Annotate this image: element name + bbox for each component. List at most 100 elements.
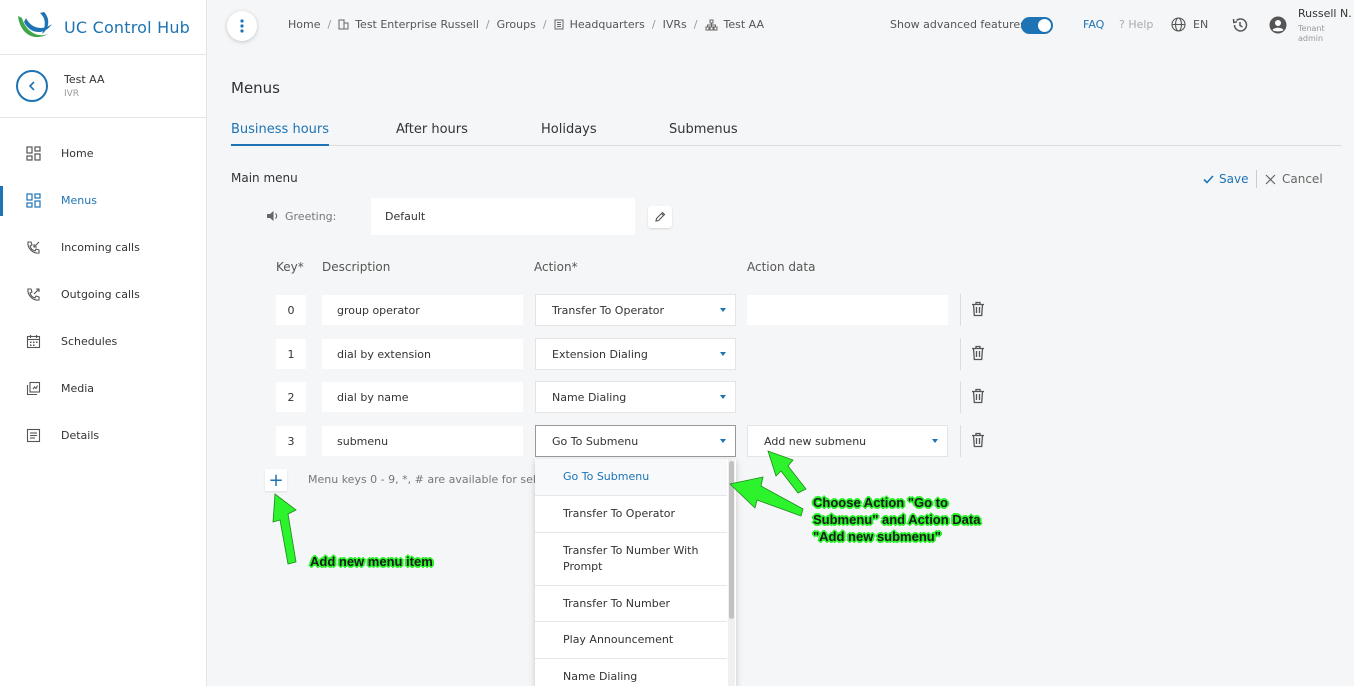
action-select-value: Go To Submenu [552,434,639,448]
sidebar-item-menus[interactable]: Menus [0,177,206,224]
breadcrumb-home[interactable]: Home [288,18,320,31]
key-field[interactable]: 0 [276,295,306,325]
sidebar-item-label: Menus [61,194,97,207]
trash-icon [972,301,984,317]
faq-link[interactable]: FAQ [1083,18,1104,31]
action-data-select[interactable]: Add new submenu [747,425,948,457]
action-data-field[interactable] [747,295,948,325]
user-name[interactable]: Russell N. [1298,7,1352,20]
breadcrumb-ivrs[interactable]: IVRs [663,18,687,31]
app-logo[interactable]: UC Control Hub [0,0,206,55]
description-field[interactable]: dial by name [322,382,523,412]
advanced-features-toggle[interactable] [1021,17,1053,34]
description-field[interactable]: submenu [322,426,523,456]
sidebar-item-label: Incoming calls [61,241,140,254]
arrow-to-action-data [767,450,807,494]
divider [960,381,961,413]
delete-row-button[interactable] [971,388,985,407]
language-selector[interactable]: EN [1171,17,1208,32]
incoming-call-icon [24,239,42,257]
sidebar-item-schedules[interactable]: Schedules [0,318,206,365]
user-avatar[interactable] [1269,16,1287,37]
building-icon [554,19,564,30]
action-select[interactable]: Transfer To Operator [535,294,736,326]
pencil-icon [655,211,666,222]
dropdown-option[interactable]: Transfer To Number With Prompt [535,533,727,586]
add-menu-item-button[interactable]: + [265,469,287,491]
divider [960,338,961,370]
dropdown-caret-icon [720,439,726,443]
dropdown-caret-icon [720,395,726,399]
advanced-features-label: Show advanced features [890,18,1026,31]
description-field[interactable]: group operator [322,295,523,325]
dropdown-option[interactable]: Go To Submenu [535,459,727,496]
sidebar-item-outgoing-calls[interactable]: Outgoing calls [0,271,206,318]
details-icon [24,427,42,445]
trash-icon [972,388,984,404]
cancel-button[interactable]: Cancel [1265,172,1323,186]
action-select[interactable]: Go To Submenu [535,425,736,457]
save-button[interactable]: Save [1203,172,1248,186]
key-field[interactable]: 2 [276,382,306,412]
outgoing-call-icon [24,286,42,304]
tab-holidays[interactable]: Holidays [541,122,597,137]
dropdown-scrollbar-thumb[interactable] [729,461,734,619]
sidebar-item-media[interactable]: Media [0,365,206,412]
menus-grid-icon [24,192,42,210]
kebab-icon [240,19,244,33]
tab-submenus[interactable]: Submenus [669,122,738,137]
chevron-left-icon [28,81,35,91]
action-select-value: Name Dialing [552,390,627,404]
uc-logo-icon [18,12,52,38]
globe-icon [1171,17,1186,32]
annotation-add-item: Add new menu item [310,554,433,569]
dropdown-option[interactable]: Play Announcement [535,622,727,659]
dropdown-option[interactable]: Transfer To Operator [535,496,727,533]
help-link[interactable]: ? Help [1119,18,1153,31]
delete-row-button[interactable] [971,345,985,364]
back-button[interactable] [16,70,48,102]
edit-greeting-button[interactable] [648,206,672,228]
history-button[interactable] [1231,16,1249,37]
page-title: Menus [231,79,280,97]
divider [960,425,961,457]
key-field[interactable]: 1 [276,339,306,369]
arrow-to-add-button [272,493,297,565]
sidebar-item-label: Outgoing calls [61,288,140,301]
action-select[interactable]: Extension Dialing [535,338,736,370]
delete-row-button[interactable] [971,432,985,451]
column-action-data: Action data [747,260,816,274]
tab-after-hours[interactable]: After hours [396,122,468,137]
dropdown-option[interactable]: Name Dialing [535,659,727,686]
dropdown-caret-icon [720,352,726,356]
breadcrumb-headquarters[interactable]: Headquarters [570,18,645,31]
delete-row-button[interactable] [971,301,985,320]
speaker-icon [266,210,279,225]
breadcrumb-enterprise[interactable]: Test Enterprise Russell [355,18,479,31]
dropdown-option[interactable]: Transfer To Number [535,586,727,622]
calendar-icon [24,333,42,351]
column-action: Action* [534,260,578,274]
top-bar: Home / Test Enterprise Russell / Groups … [207,0,1354,52]
close-icon [1265,174,1276,184]
dropdown-caret-icon [932,439,938,443]
sidebar-item-home[interactable]: Home [0,130,206,177]
description-field[interactable]: dial by extension [322,339,523,369]
sidebar-item-details[interactable]: Details [0,412,206,459]
sidebar-item-incoming-calls[interactable]: Incoming calls [0,224,206,271]
sitemap-icon [705,19,718,31]
breadcrumb-groups[interactable]: Groups [497,18,536,31]
column-description: Description [322,260,391,274]
plus-icon: + [268,469,284,491]
more-options-button[interactable] [227,11,257,41]
section-title: Main menu [231,171,298,185]
divider [960,294,961,326]
trash-icon [972,432,984,448]
breadcrumb: Home / Test Enterprise Russell / Groups … [288,18,765,31]
tab-business-hours[interactable]: Business hours [231,122,330,146]
sidebar-nav: Home Menus Incoming calls Outgoing calls… [0,130,206,459]
sidebar-item-label: Media [61,382,95,395]
user-role: Tenant admin [1298,24,1325,43]
action-select[interactable]: Name Dialing [535,381,736,413]
key-field[interactable]: 3 [276,426,306,456]
